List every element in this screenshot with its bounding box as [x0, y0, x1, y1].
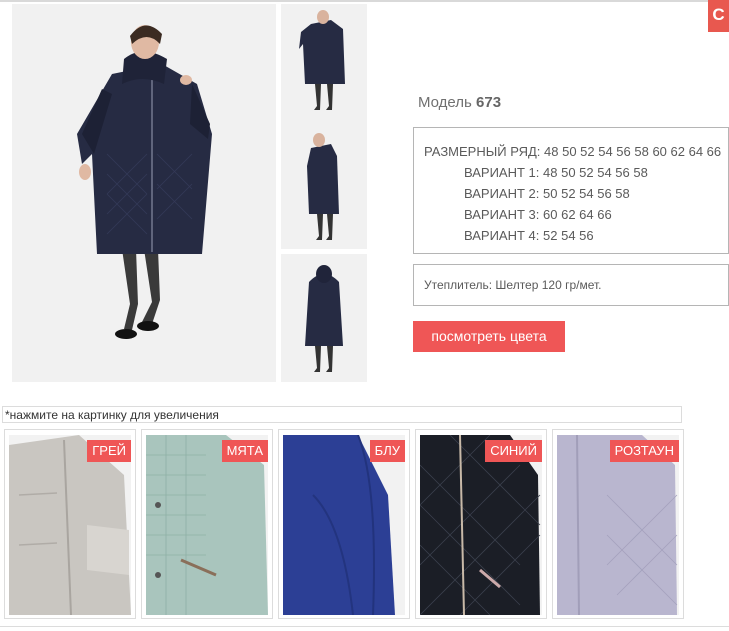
color-swatch-grey[interactable]: ГРЕЙ [4, 429, 136, 619]
size-variant-row: ВАРИАНТ 3: 60 62 64 66 [464, 207, 612, 222]
insulation-text: Утеплитель: Шелтер 120 гр/мет. [424, 278, 602, 292]
size-variant-values: 52 54 56 [543, 228, 594, 243]
view-colors-button[interactable]: посмотреть цвета [413, 321, 565, 352]
size-variant-label: ВАРИАНТ 4: [464, 228, 540, 243]
swatch-label: БЛУ [369, 440, 405, 462]
size-variant-label: ВАРИАНТ 3: [464, 207, 540, 222]
model-number: 673 [476, 94, 502, 111]
swatch-label: РОЗТАУН [609, 440, 679, 462]
top-border [0, 0, 729, 2]
size-variant-values: 48 50 52 54 56 58 [543, 165, 648, 180]
size-variant-values: 60 62 64 66 [543, 207, 612, 222]
size-variant-label: ВАРИАНТ 1: [464, 165, 540, 180]
swatch-label: ГРЕЙ [87, 440, 131, 462]
main-product-image[interactable] [12, 4, 276, 382]
swatch-image [420, 435, 542, 615]
swatch-label: МЯТА [221, 440, 268, 462]
color-swatch-mint[interactable]: МЯТА [141, 429, 273, 619]
size-variant-values: 50 52 54 56 58 [543, 186, 630, 201]
close-button[interactable]: С [708, 0, 729, 32]
enlarge-hint-text: *нажмите на картинку для увеличения [5, 408, 219, 422]
swatch-image [283, 435, 405, 615]
size-variant-row: ВАРИАНТ 2: 50 52 54 56 58 [464, 186, 630, 201]
size-variant-row: ВАРИАНТ 1: 48 50 52 54 56 58 [464, 165, 648, 180]
thumbnail-side[interactable] [281, 126, 367, 249]
color-swatch-navy[interactable]: СИНИЙ [415, 429, 547, 619]
size-variant-row: ВАРИАНТ 4: 52 54 56 [464, 228, 594, 243]
thumbnail-back[interactable] [281, 254, 367, 382]
size-range-box: РАЗМЕРНЫЙ РЯД: 48 50 52 54 56 58 60 62 6… [413, 127, 729, 254]
model-title: Модель 673 [418, 94, 501, 111]
size-range-values: 48 50 52 54 56 58 60 62 64 66 [544, 144, 722, 159]
size-range-label: РАЗМЕРНЫЙ РЯД: [424, 144, 541, 159]
swatch-image [146, 435, 268, 615]
swatch-label: СИНИЙ [485, 440, 542, 462]
color-swatch-blue[interactable]: БЛУ [278, 429, 410, 619]
swatch-image [9, 435, 131, 615]
bottom-divider [0, 626, 729, 627]
model-title-prefix: Модель [418, 94, 472, 111]
swatch-image [557, 435, 679, 615]
insulation-box: Утеплитель: Шелтер 120 гр/мет. [413, 264, 729, 306]
enlarge-hint-bar: *нажмите на картинку для увеличения [2, 406, 682, 423]
size-range-row: РАЗМЕРНЫЙ РЯД: 48 50 52 54 56 58 60 62 6… [424, 144, 721, 159]
size-variant-label: ВАРИАНТ 2: [464, 186, 540, 201]
color-swatch-rosetaupe[interactable]: РОЗТАУН [552, 429, 684, 619]
thumbnail-front[interactable] [281, 4, 367, 127]
